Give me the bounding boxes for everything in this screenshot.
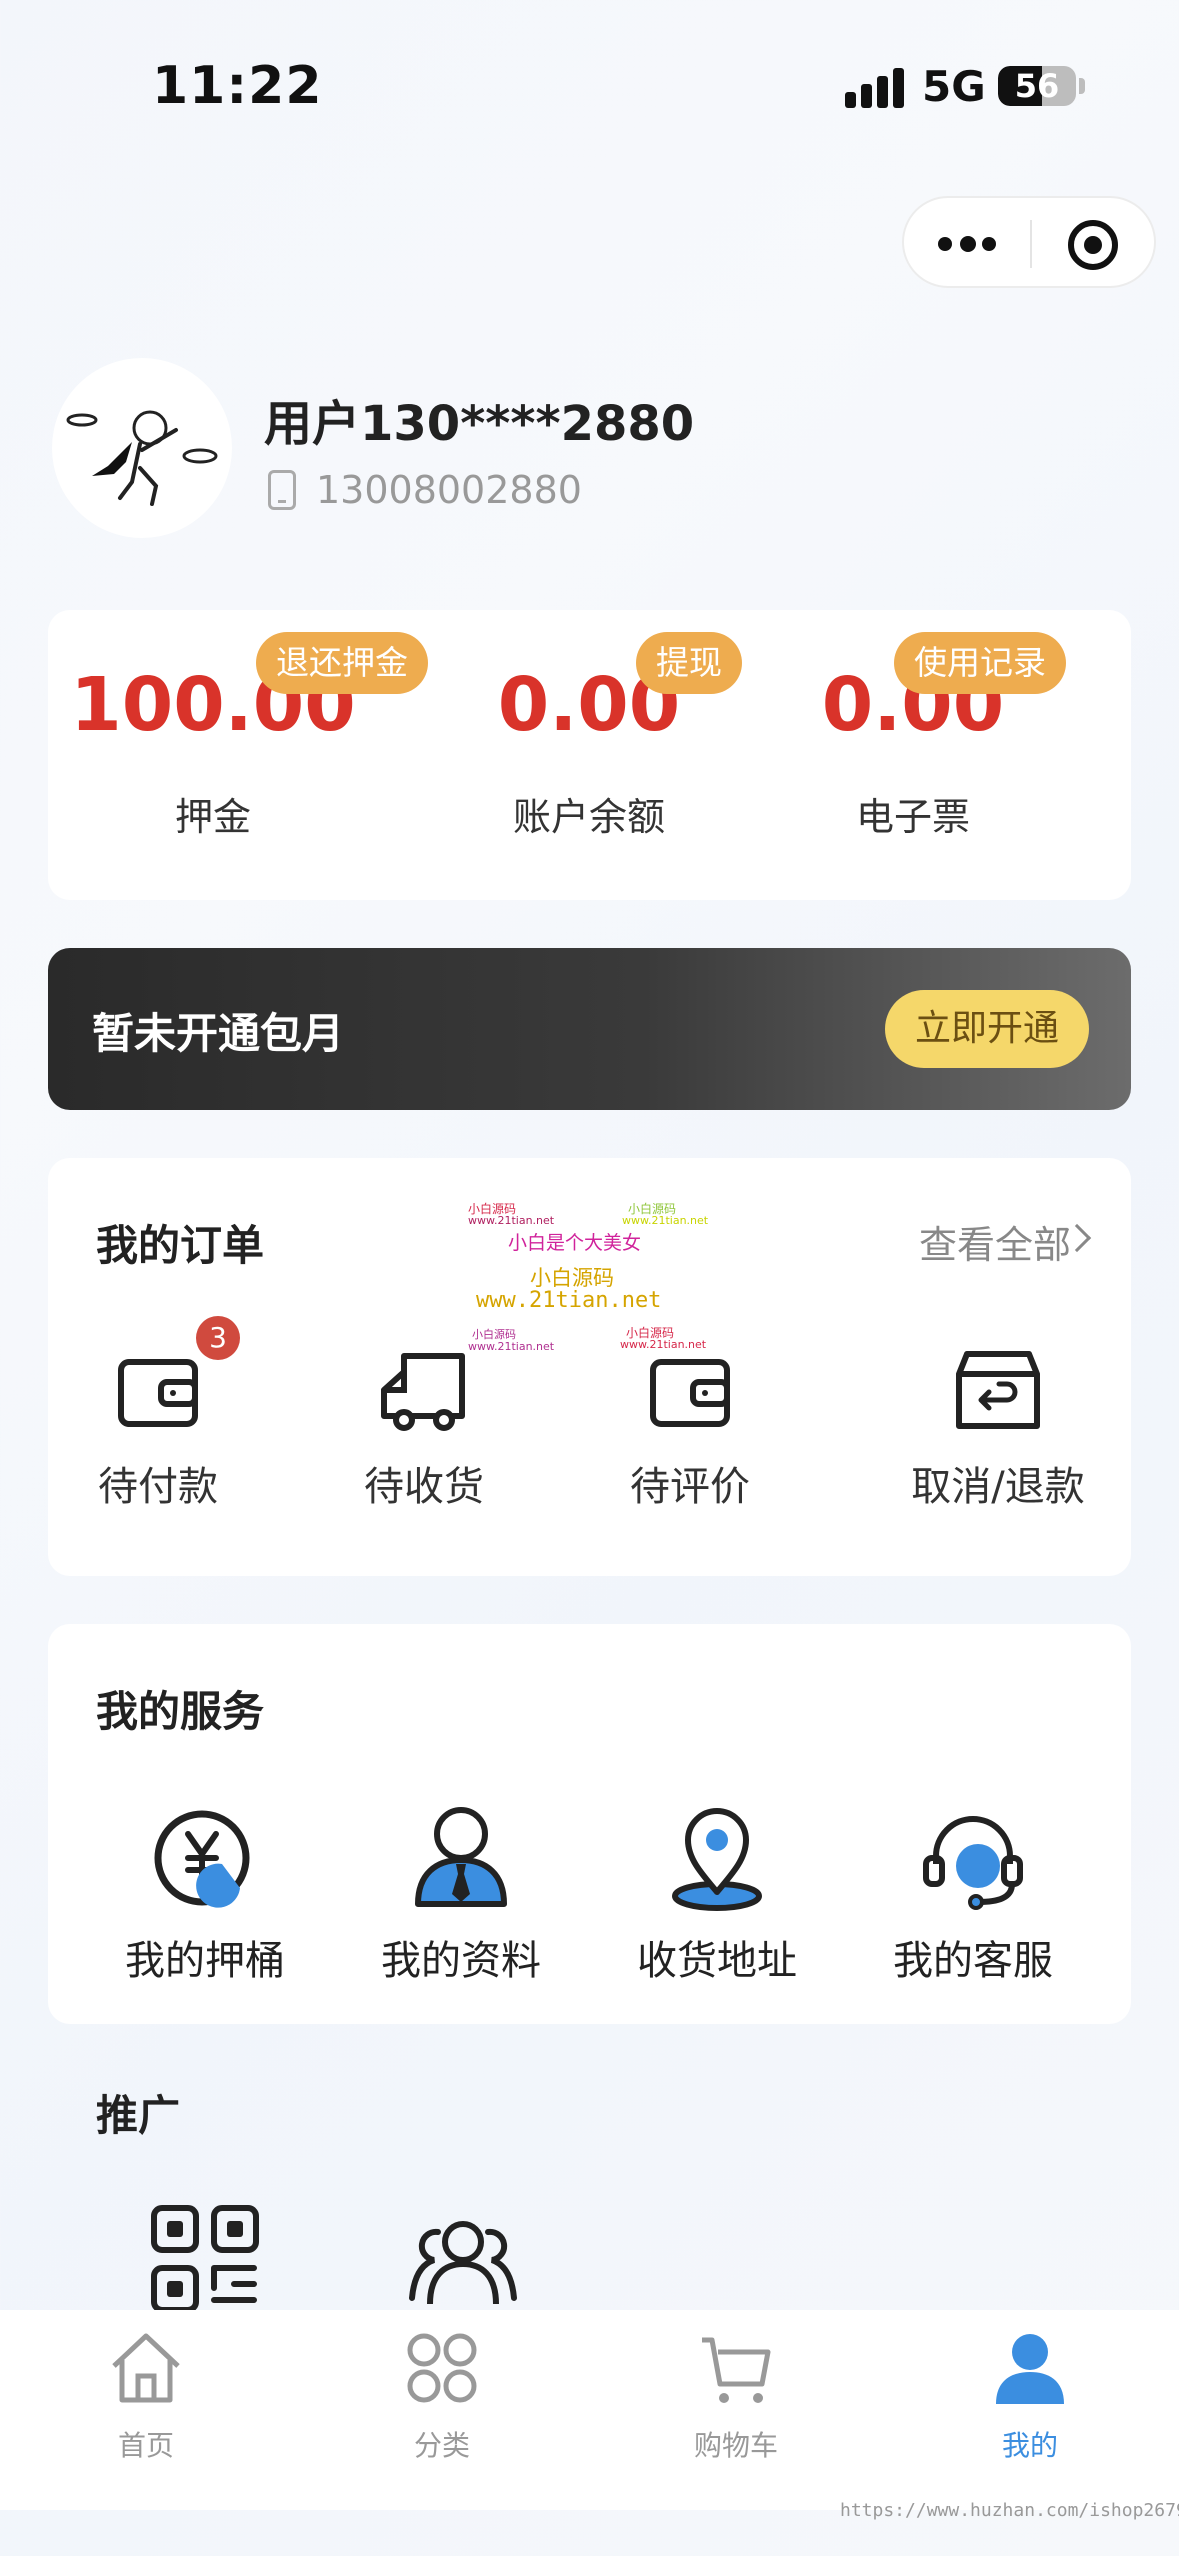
profile-person-icon	[415, 1807, 507, 1907]
headset-icon	[923, 1816, 1023, 1910]
home-icon	[112, 2333, 180, 2403]
withdraw-button[interactable]: 提现	[636, 632, 742, 694]
battery-level: 56	[1014, 67, 1060, 105]
avatar[interactable]	[52, 358, 232, 538]
tab-label: 分类	[413, 2429, 470, 2462]
watermark-text: www.21tian.net	[620, 1338, 707, 1351]
refund-deposit-button[interactable]: 退还押金	[256, 632, 428, 694]
services-card: 我的服务 我的押桶 我的资料 收货地址 我的客服	[48, 1624, 1131, 2024]
order-pending-review[interactable]: 待评价	[590, 1346, 790, 1546]
qr-code-icon	[151, 2205, 259, 2313]
order-count-badge: 3	[196, 1316, 240, 1360]
category-icon	[407, 2333, 477, 2403]
order-label: 待评价	[630, 1464, 750, 1510]
capsule-menu	[902, 196, 1156, 288]
services-title: 我的服务	[96, 1687, 265, 1736]
watermark-text: www.21tian.net	[476, 1288, 662, 1313]
watermark-text: 小白是个大美女	[508, 1232, 642, 1254]
assets-card: 100.00 押金 退还押金 0.00 账户余额 提现 0.00 电子票 使用记…	[48, 610, 1131, 900]
asset-deposit[interactable]: 100.00 押金 退还押金	[48, 610, 428, 900]
battery-tip	[1079, 78, 1085, 94]
service-address[interactable]: 收货地址	[602, 1804, 832, 2004]
service-label: 我的资料	[381, 1938, 541, 1984]
order-label: 待收货	[364, 1464, 484, 1510]
phone-number: 13008002880	[316, 468, 582, 512]
phone-icon	[268, 470, 296, 510]
user-icon	[996, 2334, 1064, 2404]
tab-home[interactable]: 首页	[66, 2328, 226, 2478]
network-type: 5G	[922, 62, 986, 111]
close-target-icon[interactable]	[1068, 220, 1118, 270]
watermark-text: www.21tian.net	[468, 1340, 555, 1353]
location-pin-icon	[672, 1808, 762, 1911]
return-box-icon	[956, 1351, 1040, 1429]
wallet-icon	[118, 1359, 198, 1427]
tab-cart[interactable]: 购物车	[656, 2328, 816, 2478]
order-label: 待付款	[98, 1464, 218, 1510]
avatar-illustration-icon	[66, 410, 218, 506]
service-label: 我的押桶	[125, 1938, 285, 1984]
capsule-divider	[1030, 220, 1032, 268]
order-cancel-refund[interactable]: 取消/退款	[878, 1346, 1118, 1546]
tab-label: 我的	[1001, 2429, 1058, 2462]
tab-label: 首页	[117, 2429, 174, 2462]
tab-mine[interactable]: 我的	[950, 2328, 1110, 2478]
view-all-link[interactable]: 查看全部	[919, 1214, 1071, 1269]
asset-label: 电子票	[855, 795, 970, 839]
battery-icon: 56	[998, 66, 1076, 106]
tab-category[interactable]: 分类	[362, 2328, 522, 2478]
service-customer-support[interactable]: 我的客服	[858, 1804, 1088, 2004]
watermark-text: www.21tian.net	[622, 1214, 709, 1227]
username: 用户130****2880	[264, 396, 695, 452]
promo-group[interactable]	[408, 2218, 518, 2312]
service-deposit-bucket[interactable]: 我的押桶	[90, 1804, 320, 2004]
truck-icon	[381, 1353, 465, 1431]
monthly-plan-status: 暂未开通包月	[92, 1009, 345, 1058]
promo-qr-code[interactable]	[150, 2204, 260, 2318]
order-pending-delivery[interactable]: 待收货	[324, 1346, 524, 1546]
asset-eticket[interactable]: 0.00 电子票 使用记录	[748, 610, 1078, 900]
footer-credit: https://www.huzhan.com/ishop26797	[840, 2500, 1179, 2521]
orders-title: 我的订单	[96, 1221, 265, 1270]
order-pending-payment[interactable]: 3 待付款	[58, 1316, 258, 1546]
service-label: 我的客服	[893, 1938, 1053, 1984]
watermark: 小白源码 www.21tian.net 小白源码 www.21tian.net …	[468, 1196, 728, 1366]
cart-icon	[702, 2337, 771, 2403]
monthly-plan-banner: 暂未开通包月 立即开通	[48, 948, 1131, 1110]
more-icon[interactable]	[938, 234, 998, 254]
signal-icon	[845, 66, 905, 108]
service-label: 收货地址	[637, 1938, 797, 1984]
order-label: 取消/退款	[911, 1464, 1085, 1510]
asset-label: 账户余额	[512, 795, 665, 839]
tab-label: 购物车	[693, 2429, 778, 2462]
asset-label: 押金	[174, 795, 251, 839]
service-my-profile[interactable]: 我的资料	[346, 1804, 576, 2004]
promotion-title: 推广	[96, 2091, 181, 2140]
usage-record-button[interactable]: 使用记录	[894, 632, 1066, 694]
activate-button[interactable]: 立即开通	[885, 990, 1089, 1068]
watermark-text: www.21tian.net	[468, 1214, 555, 1227]
status-time: 11:22	[152, 56, 323, 116]
group-icon	[409, 2221, 517, 2305]
yen-coin-icon	[154, 1810, 250, 1908]
tab-bar: 首页 分类 购物车 我的	[0, 2310, 1179, 2510]
asset-balance[interactable]: 0.00 账户余额 提现	[424, 610, 754, 900]
